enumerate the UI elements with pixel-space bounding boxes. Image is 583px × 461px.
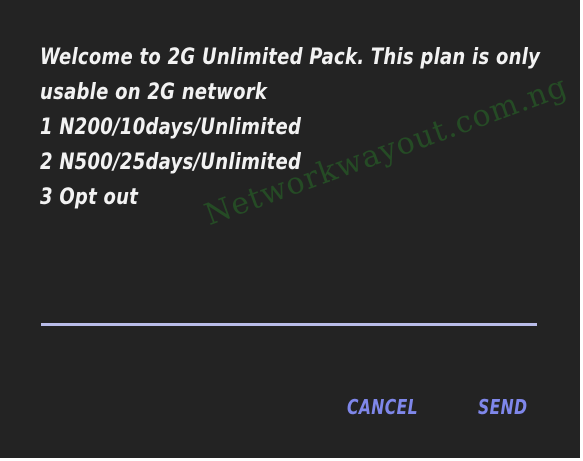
phone-screen-frame: Welcome to 2G Unlimited Pack. This plan …	[0, 0, 583, 461]
message-line-intro: Welcome to 2G Unlimited Pack. This plan …	[40, 45, 541, 70]
message-line-intro-cont: usable on 2G network	[40, 80, 268, 105]
cancel-button[interactable]: CANCEL	[347, 395, 418, 419]
reply-input-field[interactable]	[41, 323, 537, 326]
ussd-dialog: Welcome to 2G Unlimited Pack. This plan …	[0, 0, 580, 458]
send-button[interactable]: SEND	[478, 395, 527, 419]
